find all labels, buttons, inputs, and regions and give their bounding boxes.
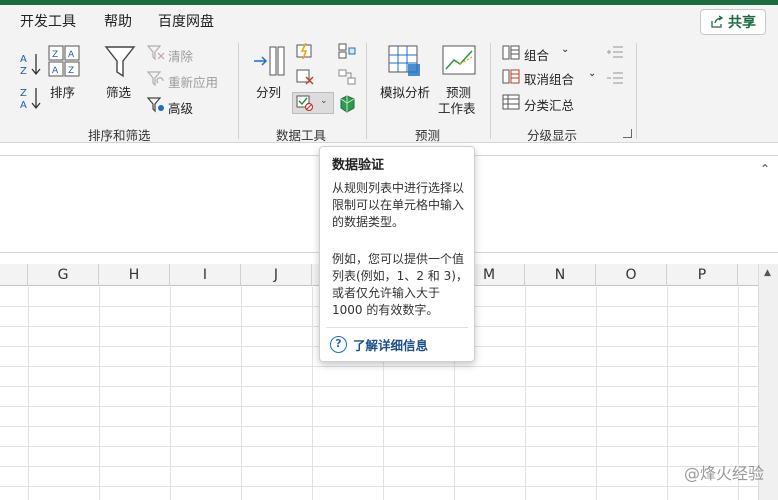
remove-duplicates-icon[interactable] bbox=[296, 69, 314, 85]
svg-text:A: A bbox=[20, 54, 27, 65]
svg-text:A: A bbox=[68, 50, 75, 60]
group-divider bbox=[238, 43, 239, 139]
column-header[interactable]: N bbox=[525, 264, 596, 286]
group-icon[interactable] bbox=[502, 45, 520, 61]
help-icon: ? bbox=[330, 336, 347, 353]
tab-developer[interactable]: 开发工具 bbox=[20, 11, 76, 31]
gridline bbox=[28, 287, 29, 500]
dialog-launcher-icon[interactable] bbox=[623, 129, 632, 138]
forecast-group-label: 预测 bbox=[415, 128, 441, 143]
filter-icon[interactable] bbox=[104, 45, 136, 79]
what-if-label[interactable]: 模拟分析 bbox=[380, 82, 430, 101]
svg-text:Z: Z bbox=[52, 50, 58, 60]
svg-text:A: A bbox=[52, 66, 59, 76]
svg-text:Z: Z bbox=[68, 66, 74, 76]
split-label[interactable]: 分列 bbox=[256, 82, 281, 101]
collapse-icon[interactable]: ⌃ bbox=[760, 162, 770, 176]
data-model-icon[interactable] bbox=[338, 95, 356, 113]
gridline bbox=[241, 287, 242, 500]
clear-label: 清除 bbox=[168, 49, 194, 64]
gridline bbox=[170, 287, 171, 500]
data-validation-icon bbox=[296, 95, 314, 111]
gridline bbox=[525, 287, 526, 500]
column-header[interactable]: J bbox=[241, 264, 312, 286]
svg-text:Z: Z bbox=[20, 66, 27, 77]
group-divider bbox=[490, 43, 491, 139]
data-validation-tooltip: 数据验证 从规则列表中进行选择以限制可以在单元格中输入的数据类型。 例如，您可以… bbox=[319, 146, 475, 362]
chevron-down-icon[interactable]: ⌄ bbox=[561, 44, 569, 55]
text-to-columns-icon[interactable] bbox=[252, 45, 286, 79]
scroll-up-icon[interactable]: ▲ bbox=[764, 268, 771, 278]
gridline bbox=[312, 287, 313, 500]
column-header[interactable]: H bbox=[99, 264, 170, 286]
ribbon-tabs: 开发工具 帮助 百度网盘 共享 bbox=[0, 5, 778, 37]
data-tools-group-label: 数据工具 bbox=[276, 128, 327, 143]
reapply-icon bbox=[147, 71, 164, 87]
gridline bbox=[596, 287, 597, 500]
share-button[interactable]: 共享 bbox=[700, 9, 766, 35]
filter-label[interactable]: 筛选 bbox=[106, 82, 131, 101]
learn-more-label[interactable]: 了解详细信息 bbox=[353, 335, 428, 354]
show-detail-icon bbox=[607, 46, 623, 58]
reapply-label: 重新应用 bbox=[168, 75, 219, 90]
flash-fill-icon[interactable] bbox=[296, 43, 314, 59]
watermark-text: @烽火经验 bbox=[683, 464, 764, 483]
ribbon: A Z Z A Z A A Z 排序 筛选 清除 重新应用 高级 排序和筛选 分… bbox=[0, 37, 778, 143]
gridline bbox=[667, 287, 668, 500]
column-header[interactable]: G bbox=[28, 264, 99, 286]
subtotal-label[interactable]: 分类汇总 bbox=[524, 95, 574, 114]
hide-detail-icon bbox=[607, 72, 623, 84]
tooltip-divider bbox=[326, 327, 468, 328]
tooltip-title: 数据验证 bbox=[332, 158, 385, 173]
learn-more-link[interactable]: ? 了解详细信息 bbox=[330, 335, 428, 354]
ungroup-button-label[interactable]: 取消组合 bbox=[524, 69, 574, 88]
clear-filter-icon bbox=[147, 45, 165, 61]
column-header[interactable]: O bbox=[596, 264, 667, 286]
subtotal-icon[interactable] bbox=[502, 94, 520, 110]
ungroup-icon[interactable] bbox=[502, 69, 520, 85]
forecast-sheet-label-2[interactable]: 工作表 bbox=[438, 98, 476, 117]
sort-icon[interactable]: Z A A Z bbox=[48, 45, 80, 79]
what-if-analysis-icon[interactable] bbox=[388, 45, 422, 77]
chevron-down-icon[interactable]: ⌄ bbox=[320, 96, 328, 106]
relationships-icon[interactable] bbox=[338, 69, 356, 85]
gridline bbox=[99, 287, 100, 500]
column-header[interactable]: P bbox=[667, 264, 738, 286]
outline-group-label: 分级显示 bbox=[527, 128, 578, 143]
advanced-filter-icon[interactable] bbox=[147, 97, 165, 113]
forecast-sheet-icon[interactable] bbox=[442, 45, 476, 77]
tooltip-description: 从规则列表中进行选择以限制可以在单元格中输入的数据类型。 bbox=[332, 181, 465, 229]
watermark: @烽火经验 bbox=[684, 460, 764, 484]
group-button-label[interactable]: 组合 bbox=[524, 45, 549, 64]
sort-ascending-icon[interactable]: A Z bbox=[20, 51, 42, 77]
tooltip-example: 例如，您可以提供一个值列表(例如，1、2 和 3)，或者仅允许输入大于 1000… bbox=[332, 252, 468, 317]
sort-descending-icon[interactable]: Z A bbox=[20, 85, 42, 111]
tab-help[interactable]: 帮助 bbox=[104, 11, 132, 31]
group-divider bbox=[636, 43, 637, 139]
sort-label[interactable]: 排序 bbox=[50, 82, 75, 101]
share-label: 共享 bbox=[728, 15, 756, 31]
tab-baidu-netdisk[interactable]: 百度网盘 bbox=[158, 11, 214, 31]
share-icon bbox=[711, 15, 724, 28]
data-validation-button[interactable]: ⌄ bbox=[292, 92, 334, 114]
chevron-down-icon[interactable]: ⌄ bbox=[588, 68, 596, 79]
consolidate-icon[interactable] bbox=[338, 43, 356, 59]
svg-text:Z: Z bbox=[20, 88, 27, 99]
advanced-label[interactable]: 高级 bbox=[168, 98, 193, 117]
column-header[interactable] bbox=[0, 264, 28, 286]
svg-text:A: A bbox=[20, 100, 27, 111]
group-divider bbox=[366, 43, 367, 139]
sort-filter-group-label: 排序和筛选 bbox=[88, 128, 151, 143]
column-header[interactable]: I bbox=[170, 264, 241, 286]
